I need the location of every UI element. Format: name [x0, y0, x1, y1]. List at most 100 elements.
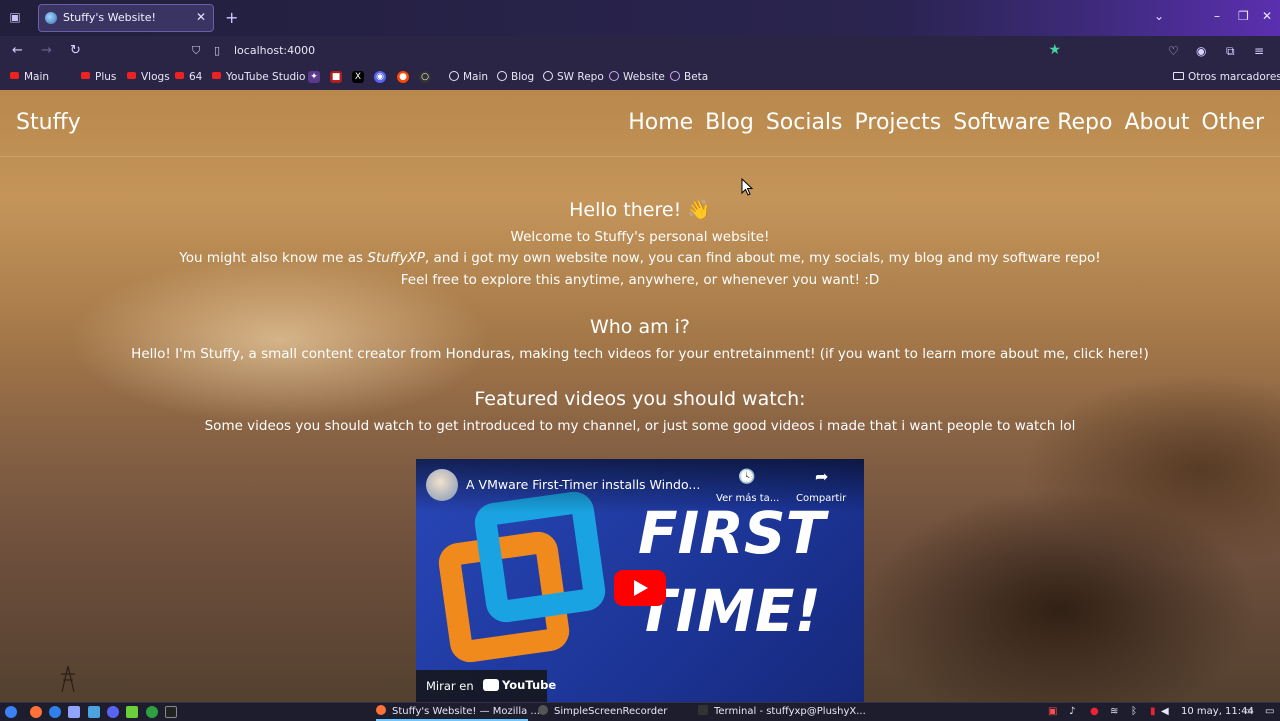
bookmark-youtube-vlogs[interactable]: Vlogs [127, 71, 170, 83]
notification-bell-icon[interactable]: ♪ [1069, 706, 1075, 717]
bookmark-website[interactable]: Website [609, 71, 665, 83]
url-bar[interactable]: ⛉ ▯ localhost:4000 ★ [183, 40, 1075, 62]
watch-later-button[interactable]: Ver más ta... [716, 493, 779, 504]
featured-text: Some videos you should watch to get intr… [204, 418, 1076, 434]
extensions-icon[interactable]: ⧉ [1226, 44, 1235, 59]
bookmark-star-icon[interactable]: ★ [1048, 42, 1061, 58]
forward-icon[interactable]: → [41, 43, 52, 58]
close-window-icon[interactable]: ✕ [1262, 9, 1272, 23]
watch-on-label: Mirar en [426, 679, 474, 693]
app-icon[interactable] [68, 706, 80, 718]
chevron-down-icon[interactable]: ⌄ [1154, 9, 1164, 23]
nav-link-about[interactable]: About [1124, 110, 1189, 135]
power-tower-silhouette [61, 666, 75, 692]
bookmark-github-main[interactable]: Main [449, 71, 488, 83]
taskbar-window-terminal[interactable]: Terminal - stuffyxp@PlushyX... [698, 703, 866, 721]
site-title[interactable]: Stuffy [16, 110, 81, 135]
bookmark-beta[interactable]: Beta [670, 71, 708, 83]
nav-link-projects[interactable]: Projects [855, 110, 942, 135]
terminal-icon[interactable] [165, 706, 177, 718]
bookmark-app-icon[interactable]: ✦ [308, 71, 320, 83]
reload-icon[interactable]: ↻ [70, 43, 81, 58]
volume-icon[interactable]: ◀ [1161, 706, 1169, 717]
status-icon[interactable]: ● [1090, 706, 1099, 717]
who-text[interactable]: Hello! I'm Stuffy, a small content creat… [0, 346, 1280, 362]
tab-title: Stuffy's Website! [63, 11, 156, 24]
restore-icon[interactable]: ❐ [1238, 9, 1249, 23]
taskbar-window-recorder[interactable]: SimpleScreenRecorder [538, 703, 678, 721]
shield-icon[interactable]: ⛉ [192, 44, 200, 58]
watch-on-youtube-button[interactable]: Mirar en YouTube [416, 670, 556, 702]
tab-stuffys-website[interactable]: Stuffy's Website! ✕ [38, 4, 214, 32]
nav-link-other[interactable]: Other [1202, 110, 1264, 135]
new-tab-button[interactable]: + [225, 8, 238, 27]
show-desktop-icon[interactable]: ▭ [1265, 706, 1274, 717]
github-icon[interactable]: ○ [419, 71, 431, 83]
minimize-icon[interactable]: – [1214, 9, 1220, 23]
globe-icon [609, 71, 619, 81]
start-menu-icon[interactable] [5, 706, 17, 718]
header-divider [0, 156, 1280, 157]
who-heading: Who am i? [589, 316, 691, 338]
bluetooth-icon[interactable]: ᛒ [1131, 706, 1137, 717]
menu-icon[interactable]: ≡ [1254, 44, 1264, 58]
share-button[interactable]: Compartir [796, 493, 846, 504]
files-icon[interactable] [126, 706, 138, 718]
bookmarks-bar: Main Plus Vlogs 64 YouTube Studio ✦ ■ X … [0, 66, 1280, 90]
bookmark-github-blog[interactable]: Blog [497, 71, 534, 83]
reddit-icon[interactable]: ● [397, 71, 409, 83]
youtube-logo-icon [483, 679, 499, 691]
site-nav: Home Blog Socials Projects Software Repo… [623, 110, 1264, 135]
webpage: Stuffy Home Blog Socials Projects Softwa… [0, 90, 1280, 702]
url-text[interactable]: localhost:4000 [234, 44, 315, 57]
play-button[interactable] [614, 570, 666, 606]
record-icon[interactable]: ▣ [1048, 706, 1057, 717]
back-icon[interactable]: ← [12, 43, 23, 58]
app-icon[interactable] [146, 706, 158, 718]
globe-icon [670, 71, 680, 81]
clock-icon[interactable]: 🕓 [738, 469, 755, 485]
bookmark-square-icon[interactable]: ■ [330, 71, 342, 83]
welcome-text: Welcome to Stuffy's personal website! [510, 229, 770, 245]
battery-icon[interactable]: ▮ [1150, 706, 1156, 717]
firefox-icon[interactable] [30, 706, 42, 718]
clock[interactable]: 10 may, 11:44 [1181, 706, 1254, 717]
channel-avatar[interactable] [426, 469, 458, 501]
nav-link-blog[interactable]: Blog [705, 110, 754, 135]
discord-icon[interactable]: ◉ [374, 71, 386, 83]
bookmark-youtube-main[interactable]: Main [10, 71, 49, 83]
bookmark-github-sw-repo[interactable]: SW Repo [543, 71, 604, 83]
terminal-icon [698, 705, 708, 715]
youtube-embed[interactable]: FIRST TIME! A VMware First-Timer install… [416, 459, 864, 702]
bookmark-youtube-studio[interactable]: YouTube Studio [212, 71, 305, 83]
bookmark-youtube-plus[interactable]: Plus [81, 71, 116, 83]
featured-heading: Featured videos you should watch: [474, 388, 806, 410]
bookmark-youtube-64[interactable]: 64 [175, 71, 202, 83]
youtube-wordmark: YouTube [502, 678, 557, 692]
keyboard-icon[interactable]: ▭ [1244, 706, 1253, 717]
mouse-cursor-icon [741, 178, 753, 196]
nav-link-socials[interactable]: Socials [766, 110, 843, 135]
pocket-icon[interactable]: ♡ [1168, 44, 1179, 58]
youtube-icon [81, 72, 90, 79]
nav-link-home[interactable]: Home [628, 110, 693, 135]
hello-heading: Hello there! 👋 [569, 199, 711, 221]
explore-text: Feel free to explore this anytime, anywh… [400, 272, 880, 288]
page-icon[interactable]: ▯ [214, 44, 220, 57]
youtube-icon [212, 72, 221, 79]
close-tab-icon[interactable]: ✕ [196, 10, 206, 24]
taskbar-window-firefox[interactable]: Stuffy's Website! — Mozilla ... [376, 703, 540, 721]
other-bookmarks[interactable]: Otros marcadores [1173, 71, 1280, 83]
x-icon[interactable]: X [352, 71, 364, 83]
discord-icon[interactable] [107, 706, 119, 718]
folder-icon [1173, 72, 1184, 80]
browser-icon[interactable] [49, 706, 61, 718]
share-icon[interactable]: ➦ [815, 467, 828, 486]
account-icon[interactable]: ◉ [1196, 44, 1206, 58]
youtube-icon [127, 72, 136, 79]
wifi-icon[interactable]: ≋ [1110, 706, 1118, 717]
app-icon[interactable] [88, 706, 100, 718]
tab-list-icon[interactable]: ▣ [8, 10, 22, 24]
nav-link-software-repo[interactable]: Software Repo [953, 110, 1112, 135]
video-title[interactable]: A VMware First-Timer installs Windo... [466, 477, 700, 492]
